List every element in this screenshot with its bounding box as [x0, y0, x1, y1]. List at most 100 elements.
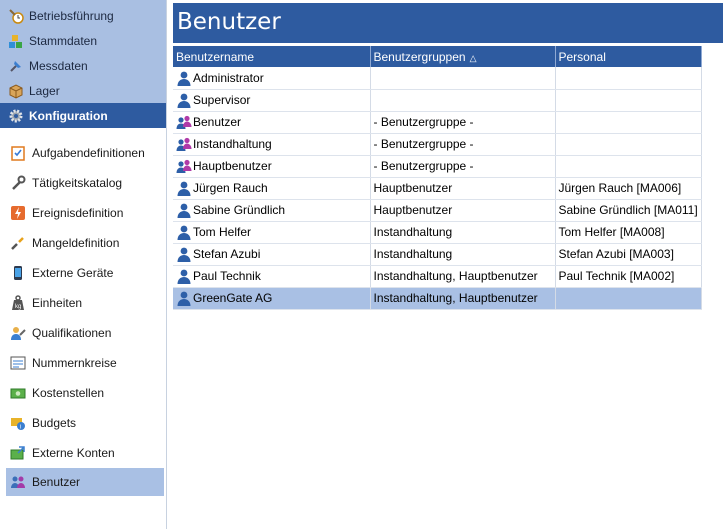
- phone-icon: [10, 265, 26, 281]
- module-label: Messdaten: [29, 58, 88, 73]
- table-row[interactable]: Administrator: [173, 67, 702, 90]
- config-item-label: Externe Konten: [32, 446, 115, 460]
- config-item-label: Kostenstellen: [32, 386, 105, 400]
- username-wrap: GreenGate AG: [176, 290, 370, 306]
- username-text: Supervisor: [193, 93, 251, 107]
- cell-username: Instandhaltung: [173, 133, 371, 156]
- config-menu: Aufgabendefinitionen Tätigkeitskatalog Ere…: [0, 124, 166, 496]
- username-text: Instandhaltung: [193, 137, 272, 151]
- user-group-icon: [176, 136, 192, 152]
- table-row[interactable]: Benutzer - Benutzergruppe -: [173, 111, 702, 134]
- username-text: Administrator: [193, 70, 264, 85]
- config-item-einheiten[interactable]: kg Einheiten: [0, 288, 166, 318]
- user-icon: [176, 202, 192, 218]
- column-header-label: Personal: [558, 49, 606, 64]
- config-item-aufgabendefinitionen[interactable]: Aufgabendefinitionen: [0, 138, 166, 168]
- cell-usergroups: Hauptbenutzer: [370, 199, 556, 222]
- cell-personal: Jürgen Rauch [MA006]: [555, 177, 702, 200]
- table-row[interactable]: Sabine Gründlich Hauptbenutzer Sabine Grün…: [173, 199, 702, 222]
- cell-username: Paul Technik: [173, 265, 371, 288]
- user-icon: [176, 180, 192, 196]
- lightning-icon: [10, 205, 26, 221]
- table-row[interactable]: Paul Technik Instandhaltung, Hauptbenutze…: [173, 265, 702, 288]
- config-item-tätigkeitskatalog[interactable]: Tätigkeitskatalog: [0, 168, 166, 198]
- user-group-icon: [176, 114, 192, 130]
- main-panel: Benutzer Benutzername Benutzergruppen △ P…: [173, 0, 723, 529]
- cell-personal: Tom Helfer [MA008]: [555, 221, 702, 244]
- cell-usergroups: - Benutzergruppe -: [370, 155, 556, 178]
- config-item-label: Qualifikationen: [32, 326, 112, 340]
- budget-icon: i: [10, 415, 26, 431]
- column-header-label: Benutzername: [176, 49, 255, 64]
- config-item-label: Mangeldefinition: [32, 236, 120, 250]
- user-icon: [176, 268, 192, 284]
- table-row[interactable]: Tom Helfer Instandhaltung Tom Helfer [MA00…: [173, 221, 702, 244]
- number-range-icon: [10, 355, 26, 371]
- config-item-ereignisdefinition[interactable]: Ereignisdefinition: [0, 198, 166, 228]
- table-row[interactable]: GreenGate AG Instandhaltung, Hauptbenutze…: [173, 287, 702, 310]
- cell-personal: [555, 89, 702, 112]
- config-item-label: Ereignisdefinition: [32, 206, 124, 220]
- config-item-benutzer[interactable]: Benutzer: [6, 468, 164, 496]
- cell-personal: [555, 111, 702, 134]
- username-text: Hauptbenutzer: [193, 159, 272, 173]
- column-header-username[interactable]: Benutzername: [173, 46, 371, 67]
- config-item-kostenstellen[interactable]: Kostenstellen: [0, 378, 166, 408]
- broken-wrench-icon: [10, 235, 26, 251]
- config-item-externe-geräte[interactable]: Externe Geräte: [0, 258, 166, 288]
- username-wrap: Benutzer: [176, 114, 370, 130]
- sort-ascending-icon: △: [469, 52, 477, 63]
- table-row[interactable]: Instandhaltung - Benutzergruppe -: [173, 133, 702, 156]
- table-header-row: Benutzername Benutzergruppen △ Personal: [173, 46, 702, 67]
- cell-usergroups: Instandhaltung, Hauptbenutzer: [370, 287, 556, 310]
- svg-text:kg: kg: [15, 304, 21, 310]
- username-wrap: Supervisor: [176, 92, 370, 108]
- module-lager[interactable]: Lager: [0, 78, 166, 103]
- cell-personal: [555, 155, 702, 178]
- username-text: Benutzer: [193, 115, 242, 129]
- config-item-label: Externe Geräte: [32, 266, 114, 280]
- table-row[interactable]: Jürgen Rauch Hauptbenutzer Jürgen Rauch [M…: [173, 177, 702, 200]
- cell-usergroups: Instandhaltung, Hauptbenutzer: [370, 265, 556, 288]
- column-header-usergroups[interactable]: Benutzergruppen △: [370, 46, 556, 67]
- wrench-icon: [10, 175, 26, 191]
- username-wrap: Instandhaltung: [176, 136, 370, 152]
- module-nav: Betriebsführung Stammdaten Messdaten Lager K…: [0, 0, 166, 128]
- cell-usergroups: Instandhaltung: [370, 243, 556, 266]
- cell-username: Supervisor: [173, 89, 371, 112]
- config-item-label: Einheiten: [32, 296, 83, 310]
- blocks-icon: [8, 33, 24, 49]
- svg-text:i: i: [20, 425, 21, 431]
- config-item-budgets[interactable]: i Budgets: [0, 408, 166, 438]
- user-icon: [176, 290, 192, 306]
- module-label: Konfiguration: [29, 108, 108, 123]
- config-item-mangeldefinition[interactable]: Mangeldefinition: [0, 228, 166, 258]
- weight-icon: kg: [10, 295, 26, 311]
- checklist-icon: [10, 145, 26, 161]
- module-stammdaten[interactable]: Stammdaten: [0, 28, 166, 53]
- users-icon: [10, 474, 26, 490]
- username-text: Tom Helfer: [193, 225, 252, 239]
- cell-username: Sabine Gründlich: [173, 199, 371, 222]
- cell-personal: [555, 133, 702, 156]
- config-item-qualifikationen[interactable]: Qualifikationen: [0, 318, 166, 348]
- config-item-externe-konten[interactable]: Externe Konten: [0, 438, 166, 468]
- table-row[interactable]: Hauptbenutzer - Benutzergruppe -: [173, 155, 702, 178]
- username-wrap: Stefan Azubi: [176, 246, 370, 262]
- module-betriebsführung[interactable]: Betriebsführung: [0, 3, 166, 28]
- module-messdaten[interactable]: Messdaten: [0, 53, 166, 78]
- column-header-personal[interactable]: Personal: [555, 46, 702, 67]
- cell-usergroups: - Benutzergruppe -: [370, 133, 556, 156]
- config-item-nummernkreise[interactable]: Nummernkreise: [0, 348, 166, 378]
- cell-personal: Sabine Gründlich [MA011]: [555, 199, 702, 222]
- table-row[interactable]: Stefan Azubi Instandhaltung Stefan Azubi […: [173, 243, 702, 266]
- username-wrap: Tom Helfer: [176, 224, 370, 240]
- username-wrap: Paul Technik: [176, 268, 370, 284]
- external-accounts-icon: [10, 445, 26, 461]
- table-row[interactable]: Supervisor: [173, 89, 702, 112]
- username-text: Paul Technik: [193, 269, 261, 283]
- page-title: Benutzer: [177, 9, 281, 35]
- username-text: Stefan Azubi: [193, 247, 261, 261]
- cell-username: Tom Helfer: [173, 221, 371, 244]
- gear-icon: [8, 108, 24, 124]
